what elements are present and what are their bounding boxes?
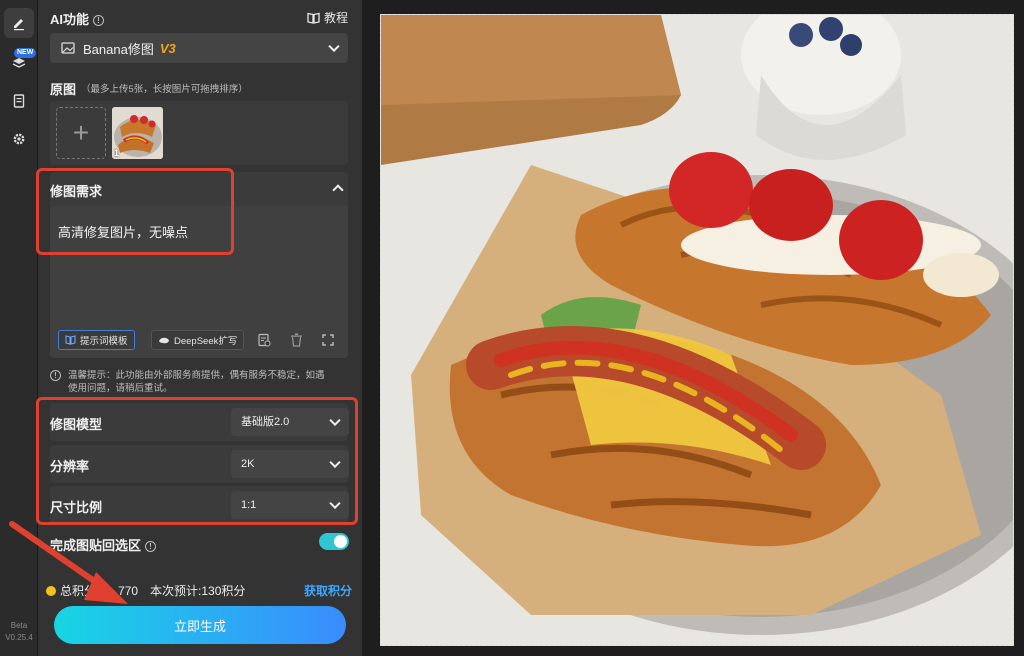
clipboard-history-icon	[258, 333, 271, 347]
new-badge: NEW	[14, 48, 37, 58]
upload-area: + 1	[50, 101, 348, 165]
fullscreen-button[interactable]	[320, 332, 336, 348]
croissant-thumbnail-image	[112, 107, 163, 159]
delete-button[interactable]	[288, 332, 304, 348]
tutorial-link[interactable]: 教程	[307, 9, 348, 26]
estimate-credits: 本次预计:130积分	[150, 584, 246, 598]
plus-icon: +	[72, 117, 90, 148]
paste-back-toggle[interactable]	[319, 533, 349, 550]
settings-highlight	[36, 397, 358, 525]
canvas-area	[362, 0, 1024, 656]
generate-button[interactable]: 立即生成	[54, 606, 346, 644]
image-icon	[61, 42, 75, 54]
left-rail: NEW Beta V0.25.4	[0, 0, 38, 656]
document-icon	[13, 94, 25, 108]
requirement-highlight	[36, 168, 234, 255]
warning-info-icon: !	[50, 370, 61, 381]
tutorial-label: 教程	[323, 11, 348, 25]
info-icon[interactable]: !	[145, 541, 157, 552]
add-image-button[interactable]: +	[56, 107, 106, 159]
expand-icon	[322, 334, 334, 346]
document-button[interactable]	[4, 86, 34, 116]
canvas-selection[interactable]	[380, 14, 1014, 646]
croissant-photo	[381, 15, 1013, 645]
feature-select[interactable]: Banana修图 V3	[50, 33, 348, 63]
feature-select-name: Banana修图	[83, 41, 154, 57]
deepseek-expand-button[interactable]: DeepSeek扩写	[151, 330, 245, 350]
version-number: V0.25.4	[5, 633, 33, 642]
thumbnail-index: 1	[114, 148, 120, 158]
ai-function-title: AI功能!	[50, 9, 105, 28]
whale-icon	[159, 337, 169, 344]
original-title: 原图	[50, 82, 77, 97]
ai-function-label: AI功能	[50, 12, 90, 27]
chevron-down-icon	[328, 40, 340, 53]
trash-icon	[290, 333, 302, 347]
paste-back-text: 完成图贴回选区	[50, 538, 142, 553]
original-hint: （最多上传5张，长按图片可拖拽排序）	[81, 84, 248, 95]
gear-icon	[13, 133, 25, 145]
total-credits-value: 770	[118, 583, 139, 598]
paste-back-label: 完成图贴回选区!	[50, 535, 157, 554]
deepseek-label: DeepSeek扩写	[174, 336, 238, 347]
prompt-template-label: 提示词模板	[80, 336, 128, 347]
pencil-icon	[14, 19, 24, 31]
feature-version-badge: V3	[159, 40, 176, 56]
info-icon[interactable]: !	[93, 15, 105, 26]
ai-panel: AI功能! 教程 Banana修图 V3 原图 （最多上传5张，长按图片可拖拽排…	[38, 0, 362, 656]
prompt-template-button[interactable]: 提示词模板	[58, 330, 135, 350]
get-credits-link[interactable]: 获取积分	[304, 582, 352, 599]
credits-info: 总积分 770 本次预计:130积分	[46, 582, 245, 599]
history-button[interactable]	[256, 332, 272, 348]
coin-icon	[46, 585, 56, 596]
edit-tool-button[interactable]	[4, 8, 34, 38]
version-beta: Beta	[10, 621, 28, 630]
total-credits-label: 总积分	[60, 584, 97, 598]
settings-button[interactable]	[4, 124, 34, 154]
chevron-up-icon[interactable]	[332, 184, 344, 196]
book-icon	[65, 335, 76, 345]
image-thumbnail[interactable]: 1	[112, 107, 163, 159]
book-icon	[307, 12, 320, 24]
notice-line-2: 使用问题，请稍后重试。	[68, 383, 173, 394]
notice-line-1: 温馨提示：此功能由外部服务商提供，偶有服务不稳定，如遇	[68, 370, 325, 381]
